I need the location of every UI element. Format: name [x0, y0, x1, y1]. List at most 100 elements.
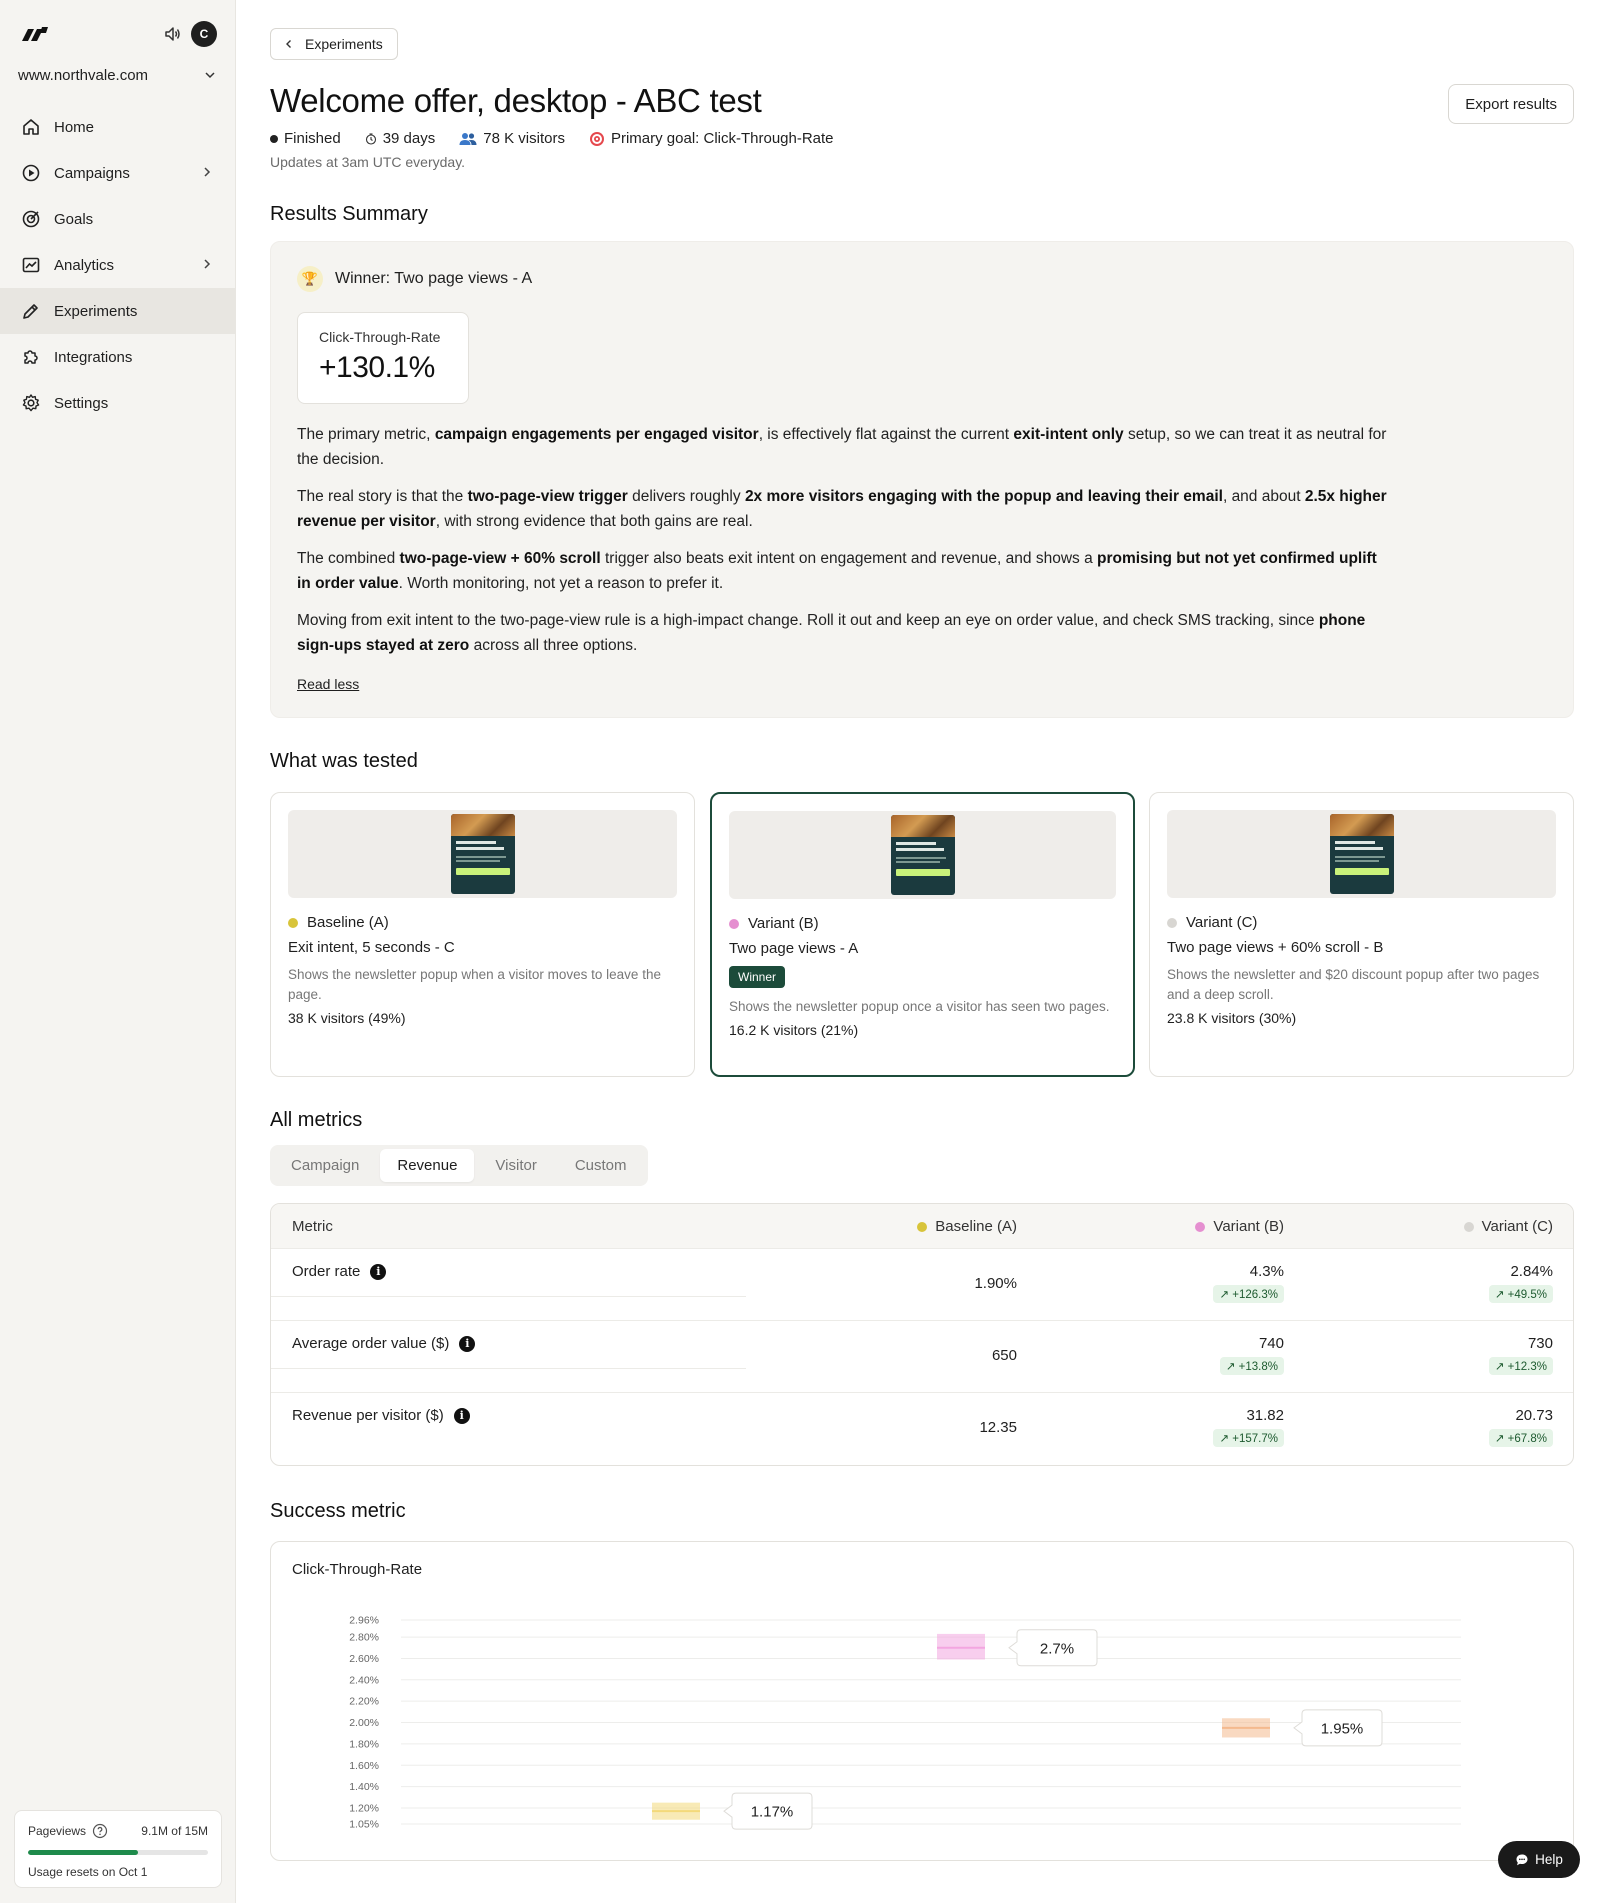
info-icon[interactable]: i	[453, 1407, 470, 1424]
uplift-badge: ↗ +126.3%	[1213, 1285, 1284, 1303]
variant-b-cell: 4.3% ↗ +126.3%	[1213, 1263, 1284, 1303]
chevron-right-icon	[204, 259, 211, 269]
read-less-link[interactable]: Read less	[297, 676, 359, 692]
success-metric-chart-card: Click-Through-Rate 2.96% 2.80% 2.60% 2.40% 2…	[270, 1541, 1574, 1861]
all-metrics-title: All metrics	[270, 1109, 363, 1131]
site-name: www.northvale.com	[18, 66, 149, 84]
settings-icon	[20, 392, 42, 414]
help-circle-icon[interactable]	[92, 1823, 108, 1839]
status-dot	[270, 134, 278, 143]
back-label: Experiments	[305, 36, 383, 52]
variant-color-dot	[288, 917, 298, 928]
y-tick-label: 2.40%	[349, 1674, 379, 1686]
uplift-badge: ↗ +157.7%	[1213, 1429, 1284, 1447]
variant-c-value: 730	[1527, 1335, 1553, 1352]
campaigns-icon	[20, 162, 42, 184]
variant-subtitle: Two page views - A	[729, 940, 859, 957]
info-icon[interactable]: i	[459, 1335, 476, 1352]
metrics-tabs: Campaign Revenue Visitor Custom	[270, 1145, 648, 1186]
what-was-tested-title: What was tested	[270, 750, 418, 772]
results-summary-title: Results Summary	[270, 203, 428, 225]
status-badge: Finished	[270, 130, 341, 147]
success-metric-title: Success metric	[270, 1500, 406, 1522]
variant-subtitle: Exit intent, 5 seconds - C	[288, 939, 455, 956]
sidebar-item-integrations[interactable]: Integrations	[0, 334, 236, 380]
duration-text: 39 days	[382, 130, 436, 147]
summary-paragraph: Moving from exit intent to the two-page-…	[297, 612, 1366, 654]
site-selector[interactable]: www.northvale.com	[18, 62, 217, 88]
metric-name: Order rate	[292, 1263, 361, 1280]
variant-card-a[interactable]: Baseline (A) Exit intent, 5 seconds - C …	[270, 792, 695, 1077]
metric-name: Revenue per visitor ($)	[292, 1407, 444, 1424]
column-header-variant-b: Variant (B)	[1195, 1218, 1284, 1235]
visitor-count: 78 K visitors	[459, 130, 565, 147]
metric-name: Average order value ($)	[292, 1335, 450, 1352]
update-schedule: Updates at 3am UTC everyday.	[270, 154, 466, 170]
summary-text: The primary metric, campaign engagements…	[297, 423, 1387, 671]
uplift-badge: ↗ +49.5%	[1488, 1285, 1553, 1303]
variant-description: Shows the newsletter popup when a visito…	[288, 967, 661, 1002]
summary-paragraph: The combined two-page-view + 60% scroll …	[297, 550, 1377, 592]
sidebar-item-goals[interactable]: Goals	[0, 196, 236, 242]
winner-text: Winner: Two page views - A	[335, 270, 533, 287]
sidebar: C www.northvale.com Home Campaigns Goals	[0, 0, 236, 1903]
chat-icon	[1516, 1854, 1528, 1865]
table-row: Average order value ($) i 650 740 ↗ +13.8%…	[271, 1321, 1573, 1393]
duration: 39 days	[365, 130, 436, 147]
chevron-left-icon	[286, 40, 291, 48]
usage-label: Pageviews	[28, 1824, 87, 1838]
info-icon[interactable]: i	[370, 1263, 387, 1280]
table-row: Order rate i 1.90% 4.3% ↗ +126.3% 2.84% ↗ +…	[271, 1249, 1573, 1321]
summary-paragraph: The real story is that the two-page-view…	[297, 488, 1387, 530]
variant-card-c[interactable]: Variant (C) Two page views + 60% scroll …	[1149, 792, 1574, 1077]
tab-custom[interactable]: Custom	[558, 1149, 644, 1182]
column-header-baseline: Baseline (A)	[917, 1218, 1017, 1235]
uplift-badge: ↗ +12.3%	[1488, 1357, 1553, 1375]
usage-value: 9.1M of 15M	[141, 1824, 208, 1838]
uplift-badge: ↗ +13.8%	[1219, 1357, 1284, 1375]
sound-icon[interactable]	[163, 25, 181, 43]
help-button[interactable]: Help	[1498, 1841, 1580, 1878]
uplift-badge: ↗ +67.8%	[1488, 1429, 1553, 1447]
y-tick-label: 2.00%	[349, 1717, 379, 1729]
tab-visitor[interactable]: Visitor	[478, 1149, 553, 1182]
sidebar-item-home[interactable]: Home	[0, 104, 236, 150]
brand-logo[interactable]	[20, 23, 48, 45]
column-header-metric: Metric	[292, 1218, 333, 1235]
sidebar-item-label: Analytics	[54, 256, 115, 274]
avatar[interactable]: C	[191, 21, 217, 47]
variant-c-cell: 730 ↗ +12.3%	[1488, 1335, 1553, 1375]
sidebar-item-settings[interactable]: Settings	[0, 380, 236, 426]
variant-preview	[729, 811, 1116, 899]
sidebar-item-experiments[interactable]: Experiments	[0, 288, 236, 334]
results-summary-panel: 🏆 Winner: Two page views - A Click-Throu…	[270, 241, 1574, 718]
export-results-button[interactable]: Export results	[1448, 84, 1574, 124]
y-tick-label: 2.80%	[349, 1632, 379, 1644]
variant-description: Shows the newsletter and $20 discount po…	[1167, 967, 1540, 1002]
primary-metric-card: Click-Through-Rate +130.1%	[297, 312, 469, 404]
baseline-value: 12.35	[979, 1419, 1017, 1436]
baseline-value: 1.90%	[974, 1275, 1017, 1292]
sidebar-item-campaigns[interactable]: Campaigns	[0, 150, 236, 196]
popup-thumbnail	[450, 814, 515, 894]
goals-icon	[20, 208, 42, 230]
variant-card-b[interactable]: Variant (B) Two page views - A Winner Sh…	[710, 792, 1135, 1077]
summary-paragraph: The primary metric, campaign engagements…	[297, 426, 1387, 468]
usage-card: Pageviews 9.1M of 15M Usage resets on Oc…	[14, 1810, 222, 1888]
variant-visitors: 16.2 K visitors (21%)	[729, 1022, 859, 1038]
popup-thumbnail	[890, 815, 955, 895]
tab-campaign[interactable]: Campaign	[274, 1149, 376, 1182]
metrics-table: Metric Baseline (A) Variant (B) Variant …	[270, 1203, 1574, 1466]
sidebar-top: C	[18, 20, 217, 48]
visitors-text: 78 K visitors	[483, 130, 565, 147]
variant-description: Shows the newsletter popup once a visito…	[729, 999, 1110, 1014]
y-tick-label: 1.05%	[349, 1819, 379, 1831]
data-label: 1.95%	[1321, 1720, 1364, 1737]
variant-visitors: 23.8 K visitors (30%)	[1167, 1010, 1297, 1026]
analytics-icon	[20, 254, 42, 276]
sidebar-nav: Home Campaigns Goals Analytics Experimen…	[0, 104, 236, 426]
tab-revenue[interactable]: Revenue	[380, 1149, 475, 1182]
back-to-experiments-button[interactable]: Experiments	[270, 28, 398, 60]
sidebar-item-analytics[interactable]: Analytics	[0, 242, 236, 288]
y-tick-label: 2.20%	[349, 1696, 379, 1708]
